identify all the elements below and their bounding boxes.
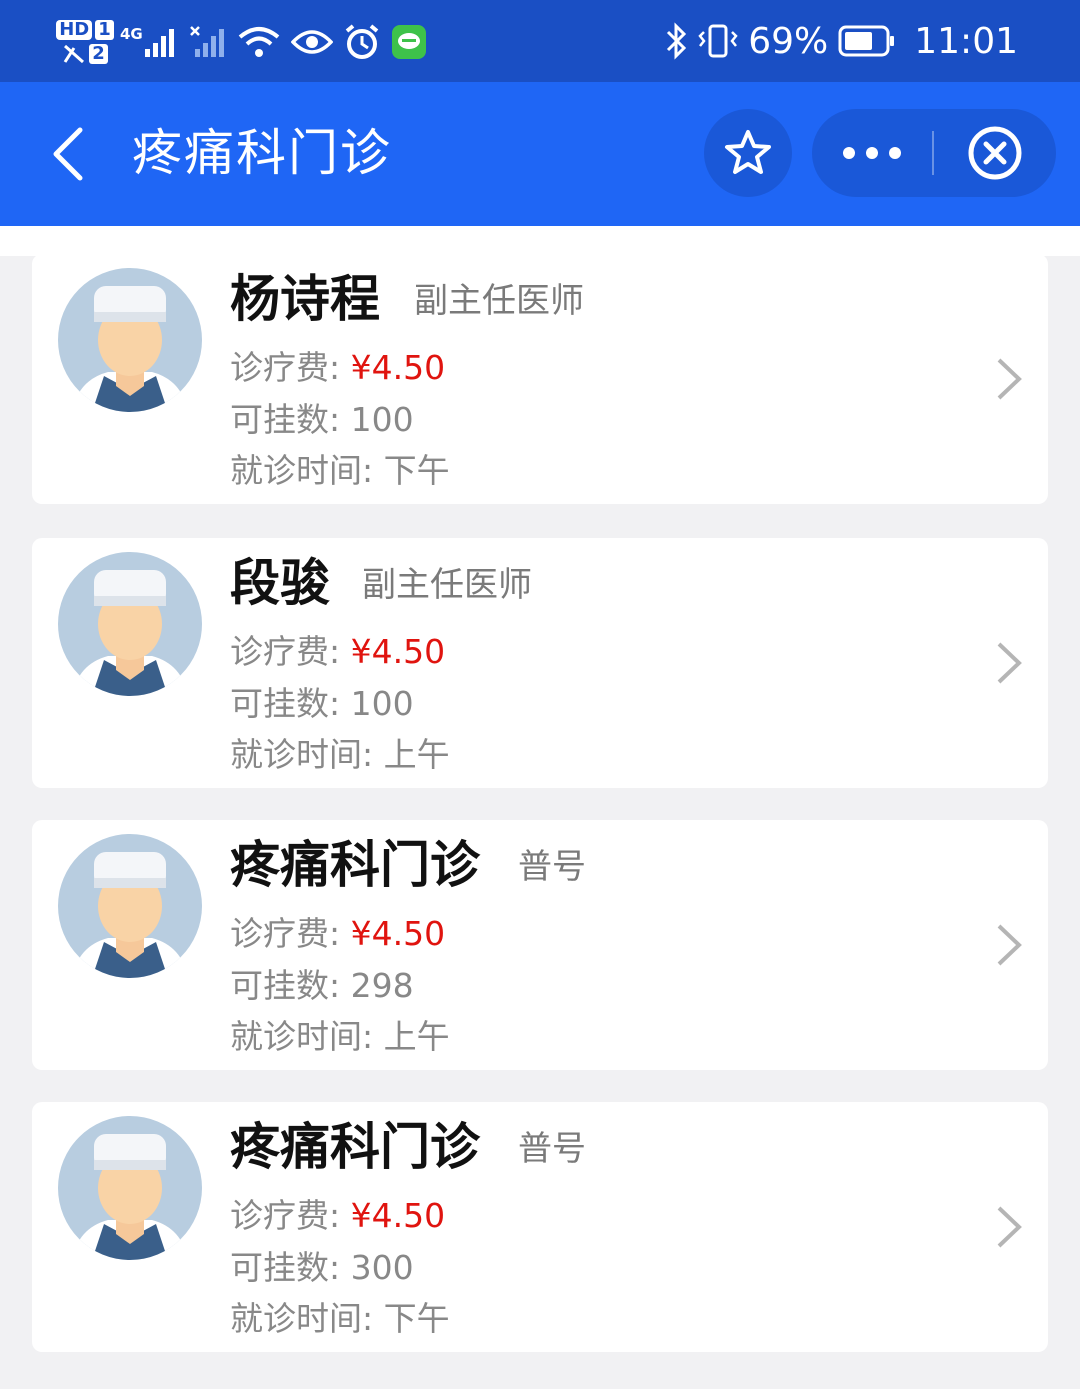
sim2-label: 2 [89,44,108,64]
chevron-right-icon [997,1206,1022,1248]
doctor-avatar [58,834,202,978]
time-label: 就诊时间: [230,1017,374,1056]
status-left-icons: HD 1 2 4G [56,12,427,72]
signal-icon: 4G [120,27,179,57]
bluetooth-icon [667,22,687,60]
vibrate-icon [698,24,738,58]
doctor-card[interactable]: 疼痛科门诊 普号 诊疗费: ¥4.50 可挂数: 300 就诊时间: 下午 [32,1102,1048,1352]
doctor-name: 疼痛科门诊 [230,836,480,894]
doctor-list: 杨诗程 副主任医师 诊疗费: ¥4.50 可挂数: 100 就诊时间: 下午 段… [0,226,1080,1389]
close-circle-icon [968,126,1022,180]
network-type: 4G [120,25,143,43]
time-row: 就诊时间: 下午 [230,1296,450,1342]
status-right-icons: 69% 11:01 [664,14,1018,68]
fee-row: 诊疗费: ¥4.50 [230,911,445,957]
doctor-avatar [58,1116,202,1260]
count-value: 100 [350,400,414,439]
doctor-card[interactable]: 杨诗程 副主任医师 诊疗费: ¥4.50 可挂数: 100 就诊时间: 下午 [32,254,1048,504]
back-button[interactable] [38,118,98,190]
wifi-icon [237,25,281,59]
mini-program-capsule [812,109,1056,197]
nav-bar: 疼痛科门诊 [0,82,1080,226]
doctor-title: 普号 [518,1129,586,1169]
fee-row: 诊疗费: ¥4.50 [230,345,445,391]
chat-app-icon [391,24,427,60]
time-row: 就诊时间: 下午 [230,448,450,494]
time-row: 就诊时间: 上午 [230,732,450,778]
hd-label: HD [56,20,93,40]
clock: 11:01 [914,20,1018,62]
alarm-icon [343,23,381,61]
chevron-right-icon [997,924,1022,966]
time-label: 就诊时间: [230,451,374,490]
count-label: 可挂数: [230,966,341,1005]
page-title: 疼痛科门诊 [132,124,392,182]
count-row: 可挂数: 100 [230,397,414,443]
fee-value: ¥4.50 [350,632,446,671]
battery-percent: 69% [748,20,829,62]
close-button[interactable] [934,109,1056,197]
no-sim-icon [63,44,85,64]
fee-value: ¥4.50 [350,914,446,953]
fee-label: 诊疗费: [230,348,341,387]
chevron-right-icon [997,358,1022,400]
doctor-card[interactable]: 疼痛科门诊 普号 诊疗费: ¥4.50 可挂数: 298 就诊时间: 上午 [32,820,1048,1070]
count-value: 100 [350,684,414,723]
doctor-card[interactable]: 段骏 副主任医师 诊疗费: ¥4.50 可挂数: 100 就诊时间: 上午 [32,538,1048,788]
doctor-title: 普号 [518,847,586,887]
favorite-button[interactable] [704,109,792,197]
doctor-avatar [58,552,202,696]
more-button[interactable] [812,109,932,197]
chevron-right-icon [997,642,1022,684]
count-label: 可挂数: [230,684,341,723]
count-label: 可挂数: [230,1248,341,1287]
time-value: 上午 [383,735,450,774]
battery-icon [838,25,895,57]
time-value: 下午 [383,451,450,490]
fee-value: ¥4.50 [350,1196,446,1235]
time-value: 上午 [383,1017,450,1056]
hd-icon: HD 1 2 [56,20,114,64]
doctor-title: 副主任医师 [414,281,584,321]
time-value: 下午 [383,1299,450,1338]
doctor-avatar [58,268,202,412]
fee-row: 诊疗费: ¥4.50 [230,1193,445,1239]
fee-label: 诊疗费: [230,1196,341,1235]
doctor-title: 副主任医师 [362,565,532,605]
status-bar: HD 1 2 4G 69% 11:01 [0,0,1080,82]
more-dots-icon [843,147,901,159]
count-row: 可挂数: 300 [230,1245,414,1291]
star-icon [725,130,771,174]
count-row: 可挂数: 298 [230,963,414,1009]
time-label: 就诊时间: [230,1299,374,1338]
count-row: 可挂数: 100 [230,681,414,727]
time-row: 就诊时间: 上午 [230,1014,450,1060]
time-label: 就诊时间: [230,735,374,774]
fee-row: 诊疗费: ¥4.50 [230,629,445,675]
fee-value: ¥4.50 [350,348,446,387]
count-label: 可挂数: [230,400,341,439]
count-value: 298 [350,966,414,1005]
doctor-name: 段骏 [230,554,330,612]
doctor-name: 杨诗程 [230,270,380,328]
sim1-label: 1 [95,20,114,40]
doctor-name: 疼痛科门诊 [230,1118,480,1176]
back-arrow-icon [53,127,83,181]
count-value: 300 [350,1248,414,1287]
fee-label: 诊疗费: [230,632,341,671]
list-top-strip [0,226,1080,256]
fee-label: 诊疗费: [230,914,341,953]
eye-icon [290,27,333,57]
signal-2-icon [189,25,227,59]
